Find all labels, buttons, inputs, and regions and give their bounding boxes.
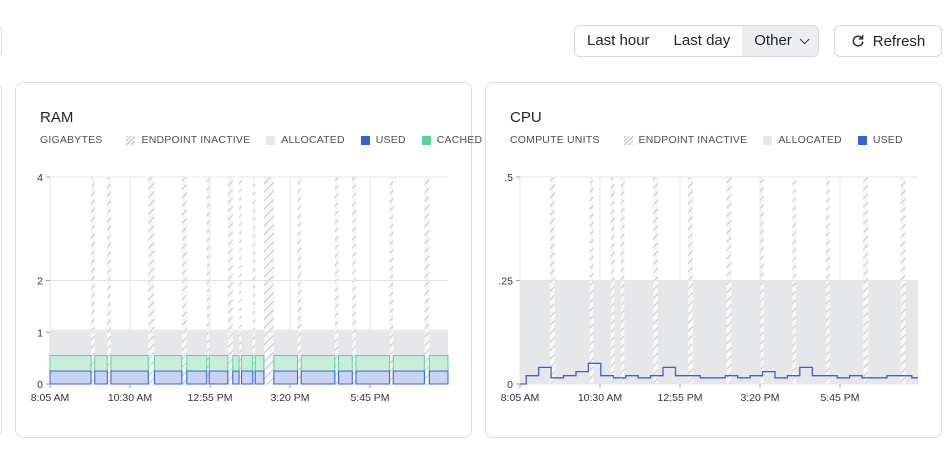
- cpu-chart-plot: 0 .25 .5 8:05 AM 10:30 AM 12:55 PM 3:20 PM 5:45…: [498, 172, 918, 404]
- y-tick-label: 1: [37, 327, 43, 339]
- range-other-label: Other: [754, 32, 792, 49]
- x-tick-label: 5:45 PM: [820, 392, 859, 404]
- chevron-down-icon: [799, 33, 810, 44]
- ram-chart-plot: 0 1 2 4 8:05 AM 10:30 AM 12:55 PM 3:20 PM 5:45 P…: [31, 172, 449, 404]
- allocated-bar: [868, 280, 901, 384]
- allocated-bar: [731, 280, 761, 384]
- allocated-bar: [905, 280, 918, 384]
- allocated-bar: [614, 280, 621, 384]
- x-tick-label: 3:20 PM: [740, 392, 779, 404]
- x-tick-label: 3:20 PM: [270, 392, 309, 404]
- range-last-day-button[interactable]: Last day: [661, 26, 743, 56]
- x-tick-label: 12:55 PM: [188, 392, 233, 404]
- x-tick-label: 10:30 AM: [108, 392, 152, 404]
- x-tick-label: 8:05 AM: [31, 392, 70, 404]
- used-bar: [232, 370, 240, 385]
- used-bar: [49, 370, 92, 385]
- range-other-dropdown[interactable]: Other: [742, 26, 818, 56]
- used-bar: [355, 370, 391, 385]
- used-bar: [392, 370, 425, 385]
- range-last-hour-button[interactable]: Last hour: [575, 26, 662, 56]
- refresh-button[interactable]: Refresh: [834, 25, 942, 57]
- y-tick-label: 0: [507, 379, 513, 391]
- allocated-bar: [554, 280, 590, 384]
- refresh-icon: [852, 34, 864, 47]
- y-tick-label: .5: [504, 172, 513, 184]
- allocated-bar: [520, 280, 550, 384]
- allocated-bar: [796, 280, 826, 384]
- used-bar: [241, 370, 254, 385]
- y-tick-label: 4: [37, 172, 43, 184]
- cpu-chart-card: CPU COMPUTE UNITS ENDPOINT INACTIVE ALLO…: [485, 82, 942, 438]
- x-tick-label: 10:30 AM: [578, 392, 622, 404]
- x-tick-label: 5:45 PM: [350, 392, 389, 404]
- used-bar: [153, 370, 183, 385]
- ram-chart-card: RAM GIGABYTES ENDPOINT INACTIVE ALLOCATE…: [15, 82, 482, 438]
- used-bar: [338, 370, 353, 385]
- x-tick-label: 8:05 AM: [501, 392, 540, 404]
- allocated-bar: [763, 280, 793, 384]
- used-bar: [94, 370, 108, 385]
- y-tick-label: 2: [37, 276, 43, 288]
- used-bar: [428, 370, 449, 385]
- left-partial-field: [0, 25, 2, 57]
- refresh-button-label: Refresh: [872, 32, 926, 50]
- y-tick-label: .25: [498, 276, 513, 288]
- y-tick-label: 0: [37, 379, 43, 391]
- used-bar: [208, 370, 229, 385]
- used-bar: [273, 370, 299, 385]
- used-bar: [254, 370, 265, 385]
- allocated-bar: [829, 280, 864, 384]
- allocated-bar: [624, 280, 654, 384]
- used-bar: [110, 370, 149, 385]
- allocated-bar: [692, 280, 727, 384]
- allocated-bar: [593, 280, 611, 384]
- x-tick-label: 12:55 PM: [658, 392, 703, 404]
- time-range-selector: Last hour Last day Other: [574, 25, 819, 57]
- used-bar: [186, 370, 208, 385]
- used-bar: [300, 370, 336, 385]
- left-partial-card: [0, 82, 2, 438]
